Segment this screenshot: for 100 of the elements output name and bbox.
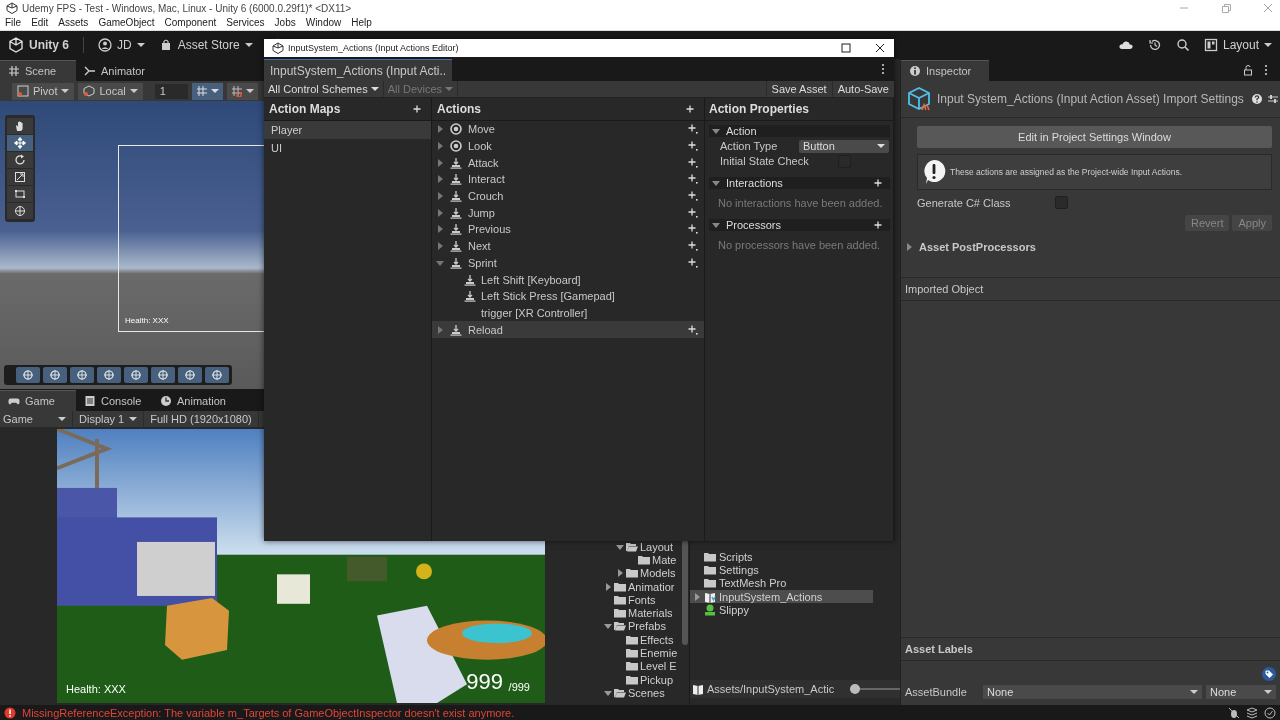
expand-arrow-icon[interactable] (604, 582, 612, 591)
foldout-arrow-icon[interactable] (905, 243, 913, 251)
folder-name[interactable]: Animatior (628, 580, 675, 593)
expand-arrow-icon[interactable] (436, 192, 444, 201)
generate-class-checkbox[interactable] (1055, 196, 1068, 209)
folder-name[interactable]: Materials (628, 607, 673, 620)
variant-dropdown[interactable]: None (1206, 685, 1276, 699)
add-binding-icon[interactable] (688, 141, 698, 152)
expand-arrow-icon[interactable] (604, 688, 612, 697)
action-section-header[interactable]: Action (726, 125, 757, 137)
folder-name[interactable]: Prefabs (628, 620, 666, 633)
add-icon[interactable] (686, 105, 694, 113)
add-icon[interactable] (874, 221, 882, 229)
grid-size-field[interactable]: 1 (154, 83, 188, 99)
action-map-item[interactable]: Player (264, 121, 431, 139)
postprocessors-foldout[interactable]: Asset PostProcessors (919, 241, 1036, 253)
binding-name[interactable]: Left Shift [Keyboard] (481, 273, 581, 286)
overlay-tool-icon[interactable] (97, 367, 121, 383)
game-tab[interactable]: Console (76, 391, 152, 411)
expand-arrow-icon[interactable] (693, 592, 701, 601)
action-name[interactable]: Jump (468, 206, 495, 219)
game-tab[interactable]: Game (0, 390, 76, 411)
add-binding-icon[interactable] (688, 191, 698, 202)
menu-item[interactable]: Window (305, 17, 342, 28)
foldout-arrow-icon[interactable] (712, 179, 720, 187)
action-name[interactable]: Previous (468, 223, 511, 236)
hand-tool-button[interactable] (7, 118, 33, 134)
account-dropdown[interactable]: JD (98, 38, 145, 52)
action-name[interactable]: Crouch (468, 190, 504, 203)
action-name[interactable]: Reload (468, 323, 503, 336)
add-binding-icon[interactable] (688, 241, 698, 252)
add-binding-icon[interactable] (688, 324, 698, 335)
game-tab[interactable]: Animation (152, 391, 236, 411)
expand-arrow-icon[interactable] (436, 242, 444, 251)
asset-item[interactable]: InputSystem_Actions (690, 589, 873, 604)
edit-in-project-settings-button[interactable]: Edit in Project Settings Window (917, 126, 1272, 148)
asset-item[interactable]: Slippy (690, 603, 873, 617)
add-binding-icon[interactable] (688, 174, 698, 185)
action-name[interactable]: Sprint (468, 256, 497, 269)
help-icon[interactable] (1250, 93, 1263, 105)
expand-arrow-icon[interactable] (436, 325, 444, 334)
expand-arrow-icon[interactable] (436, 142, 444, 151)
overlay-tool-icon[interactable] (70, 367, 94, 383)
editor-tab[interactable]: InputSystem_Actions (Input Acti.. (264, 59, 453, 81)
tag-icon[interactable] (1262, 667, 1276, 681)
expand-arrow-icon[interactable] (436, 258, 444, 267)
asset-store-dropdown[interactable]: Asset Store (158, 38, 253, 52)
foldout-arrow-icon[interactable] (712, 221, 720, 229)
unity-account-button[interactable]: Unity 6 (8, 37, 69, 53)
increment-snap-button[interactable] (226, 82, 258, 100)
scene-tab[interactable]: Animator (76, 61, 156, 81)
folder-name[interactable]: Layout (640, 540, 674, 553)
menu-item[interactable]: File (5, 17, 22, 28)
close-button[interactable] (874, 42, 886, 54)
move-tool-button[interactable] (7, 135, 33, 151)
rotate-tool-button[interactable] (7, 152, 33, 168)
initial-state-checkbox[interactable] (838, 154, 851, 168)
bug-icon[interactable] (1228, 706, 1240, 719)
add-binding-icon[interactable] (688, 124, 698, 135)
rect-tool-button[interactable] (7, 186, 33, 202)
scale-tool-button[interactable] (7, 169, 33, 185)
expand-arrow-icon[interactable] (604, 622, 612, 631)
control-schemes-dropdown[interactable]: All Control Schemes (264, 81, 384, 97)
history-icon[interactable] (1147, 38, 1162, 52)
space-dropdown[interactable]: Local (78, 82, 143, 100)
folder-name[interactable]: Pickup (640, 673, 674, 686)
expand-arrow-icon[interactable] (616, 569, 624, 578)
add-icon[interactable] (413, 105, 421, 113)
asset-item[interactable]: TextMesh Pro (690, 576, 873, 590)
add-icon[interactable] (874, 179, 882, 187)
transform-tool-button[interactable] (7, 203, 33, 219)
expand-arrow-icon[interactable] (436, 158, 444, 167)
action-map-item[interactable]: UI (264, 139, 431, 157)
action-name[interactable]: Move (468, 123, 495, 136)
menu-item[interactable]: GameObject (98, 17, 155, 28)
asset-item[interactable]: Settings (690, 563, 873, 577)
maximize-button[interactable] (840, 42, 852, 54)
menu-item[interactable]: Edit (31, 17, 49, 28)
folder-name[interactable]: Fonts (628, 593, 656, 606)
menu-item[interactable]: Jobs (274, 17, 296, 28)
search-icon[interactable] (1175, 38, 1190, 52)
folder-name[interactable]: Mate (652, 553, 677, 566)
binding-name[interactable]: trigger [XR Controller] (481, 306, 588, 319)
expand-arrow-icon[interactable] (436, 175, 444, 184)
overlay-tool-icon[interactable] (178, 367, 202, 383)
add-binding-icon[interactable] (688, 224, 698, 235)
folder-name[interactable]: Enemie (640, 647, 678, 659)
expand-arrow-icon[interactable] (616, 542, 624, 551)
folder-name[interactable]: Scenes (628, 686, 665, 699)
expand-arrow-icon[interactable] (436, 208, 444, 217)
check-circle-icon[interactable] (1264, 706, 1276, 719)
overlay-tool-icon[interactable] (124, 367, 148, 383)
error-message[interactable]: MissingReferenceException: The variable m_Targets of GameObjectInspector doesn't exist anymore. (22, 706, 515, 719)
slider-thumb[interactable] (849, 684, 860, 694)
lock-icon[interactable] (1242, 64, 1254, 76)
overlay-tool-icon[interactable] (205, 367, 229, 383)
folder-name[interactable]: Models (640, 567, 676, 580)
add-binding-icon[interactable] (688, 257, 698, 268)
asset-bundle-dropdown[interactable]: None (983, 685, 1202, 699)
add-binding-icon[interactable] (688, 207, 698, 218)
